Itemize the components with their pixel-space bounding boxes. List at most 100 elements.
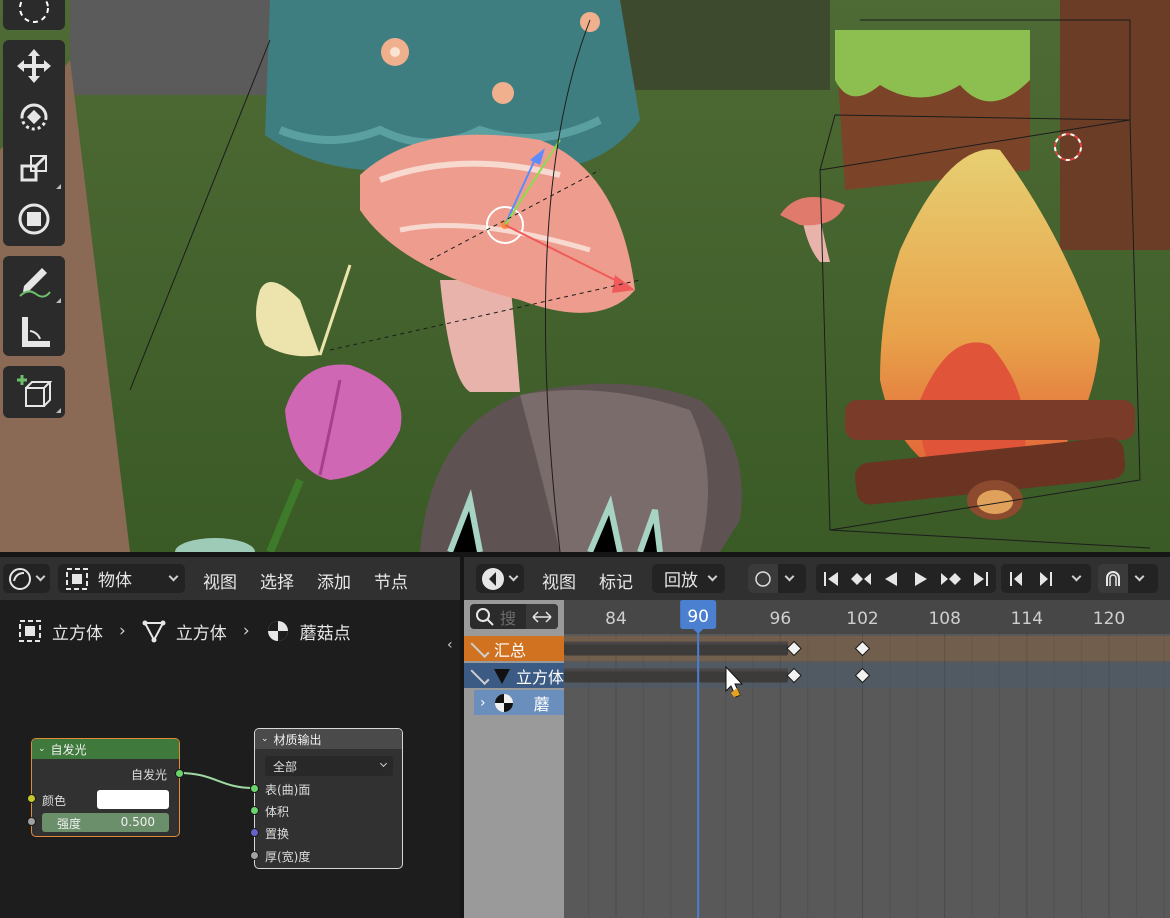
scene-render[interactable] xyxy=(0,0,1170,552)
breadcrumb: 立方体 › 立方体 › 蘑菇点 xyxy=(18,619,351,644)
swap-arrows-icon xyxy=(532,610,552,623)
menu-select[interactable]: 选择 xyxy=(260,568,294,593)
menu-view[interactable]: 视图 xyxy=(542,568,576,593)
channel-object-label: 立方体 xyxy=(516,667,565,687)
add-cube-tool-button[interactable] xyxy=(3,366,65,417)
cursor-tool[interactable] xyxy=(3,0,65,30)
timeline-canvas[interactable]: 84 96 102 108 114 120 90 xyxy=(564,600,1170,918)
strength-field[interactable]: 强度 0.500 xyxy=(42,813,169,832)
shader-node-editor[interactable]: 物体 视图 选择 添加 节点 立方体 › 立方体 › 蘑菇点 ‹ ⌄ 自发光 自… xyxy=(0,557,460,918)
play-reverse-icon xyxy=(885,571,897,586)
target-dropdown[interactable]: 全部 xyxy=(265,756,393,776)
play-icon xyxy=(915,571,927,586)
ruler-icon xyxy=(22,316,50,347)
color-input-socket[interactable] xyxy=(27,794,36,803)
mesh-icon xyxy=(142,620,166,643)
material-output-node[interactable]: ⌄ 材质输出 全部 表(曲)面 体积 置换 厚(宽)度 xyxy=(250,728,403,869)
transform-icon xyxy=(18,203,50,234)
emission-node-header[interactable]: ⌄ 自发光 xyxy=(32,739,179,759)
thickness-input-socket[interactable] xyxy=(250,851,259,860)
record-icon xyxy=(755,570,771,587)
jump-end-button[interactable] xyxy=(966,564,996,593)
menu-marker[interactable]: 标记 xyxy=(599,568,633,593)
channel-material[interactable]: › 蘑 xyxy=(474,690,564,715)
channel-object[interactable]: 立方体 xyxy=(464,663,564,688)
editor-type-selector[interactable] xyxy=(476,564,524,593)
sidebar-toggle-icon[interactable]: ‹ xyxy=(447,637,453,653)
channel-summary-label: 汇总 xyxy=(494,640,527,660)
shader-type-label: 物体 xyxy=(98,571,132,591)
expand-icon[interactable] xyxy=(470,638,490,659)
prev-keyframe-icon xyxy=(851,572,871,585)
scale-icon xyxy=(20,154,48,181)
material-icon xyxy=(494,693,513,712)
shader-type-dropdown[interactable]: 物体 xyxy=(58,564,185,593)
menu-view[interactable]: 视图 xyxy=(203,568,237,593)
editor-type-selector[interactable] xyxy=(3,564,50,593)
emission-node-title: 自发光 xyxy=(50,742,87,757)
rotate-tool-button[interactable] xyxy=(3,91,65,142)
pencil-icon xyxy=(19,267,51,298)
jump-start-button[interactable] xyxy=(816,564,846,593)
keyframe-hold-highlight xyxy=(564,668,789,672)
strength-label: 强度 xyxy=(57,817,82,831)
collapse-icon[interactable]: ⌄ xyxy=(261,734,269,744)
next-frame-button[interactable] xyxy=(1031,564,1061,593)
transform-tool-button[interactable] xyxy=(3,193,65,244)
3d-viewport[interactable] xyxy=(0,0,1170,552)
frame-tick-label: 96 xyxy=(770,609,792,629)
breadcrumb-material: 蘑菇点 xyxy=(299,623,351,644)
auto-keying-dropdown[interactable] xyxy=(748,564,806,593)
displacement-label: 置换 xyxy=(265,827,290,841)
expand-right-icon[interactable]: › xyxy=(480,695,486,711)
play-reverse-button[interactable] xyxy=(876,564,906,593)
collapse-icon[interactable]: ⌄ xyxy=(38,744,46,754)
frame-tick-label: 114 xyxy=(1011,609,1043,629)
measure-tool-button[interactable] xyxy=(3,307,65,358)
play-button[interactable] xyxy=(906,564,936,593)
next-keyframe-button[interactable] xyxy=(936,564,966,593)
transform-tools xyxy=(3,40,65,246)
swap-filter-button[interactable] xyxy=(526,604,558,629)
channel-search-input[interactable]: 搜 xyxy=(500,605,524,629)
emission-node[interactable]: ⌄ 自发光 自发光 颜色 强度 0.500 xyxy=(27,738,184,837)
emission-output-label: 自发光 xyxy=(130,768,167,782)
volume-input-socket[interactable] xyxy=(250,806,259,815)
move-icon xyxy=(17,48,51,83)
add-tools xyxy=(3,366,65,418)
annotate-tools xyxy=(3,256,65,356)
prev-keyframe-button[interactable] xyxy=(846,564,876,593)
playback-dropdown[interactable]: 回放 xyxy=(652,564,725,593)
channel-summary[interactable]: 汇总 xyxy=(464,636,564,661)
expand-icon[interactable] xyxy=(470,665,490,686)
channel-search: 搜 xyxy=(470,604,558,629)
surface-input-socket[interactable] xyxy=(250,784,259,793)
keying-dropdown[interactable] xyxy=(1061,564,1091,593)
scale-tool-button[interactable] xyxy=(3,142,65,193)
object-data-icon xyxy=(494,668,510,684)
chevron-right-icon: › xyxy=(119,621,126,641)
playback-label: 回放 xyxy=(664,571,698,591)
thickness-label: 厚(宽)度 xyxy=(265,850,311,864)
emission-output-socket[interactable] xyxy=(175,769,184,778)
material-output-header[interactable]: ⌄ 材质输出 xyxy=(255,729,402,749)
snapping-dropdown[interactable] xyxy=(1098,564,1158,593)
menu-add[interactable]: 添加 xyxy=(317,568,351,593)
next-keyframe-icon xyxy=(941,572,961,585)
menu-node[interactable]: 节点 xyxy=(374,568,408,593)
displacement-input-socket[interactable] xyxy=(250,828,259,837)
frame-tick-label: 102 xyxy=(846,609,878,629)
material-icon xyxy=(267,621,288,641)
channel-list: 搜 汇总 立方体 › 蘑 xyxy=(464,600,564,918)
keyframe-timeline[interactable]: 84 96 102 108 114 120 90 xyxy=(564,600,1170,918)
color-label: 颜色 xyxy=(42,794,67,808)
dope-sheet-editor[interactable]: 视图 标记 回放 搜 汇总 立方体 › 蘑 84 96 102 108 114 … xyxy=(464,557,1170,918)
prev-frame-button[interactable] xyxy=(1001,564,1031,593)
strength-input-socket[interactable] xyxy=(27,817,36,826)
breadcrumb-object: 立方体 xyxy=(52,623,103,644)
frame-tick-label: 108 xyxy=(928,609,960,629)
annotate-tool-button[interactable] xyxy=(3,256,65,307)
move-tool-button[interactable] xyxy=(3,40,65,91)
color-swatch[interactable] xyxy=(97,790,169,809)
search-icon xyxy=(476,607,494,626)
